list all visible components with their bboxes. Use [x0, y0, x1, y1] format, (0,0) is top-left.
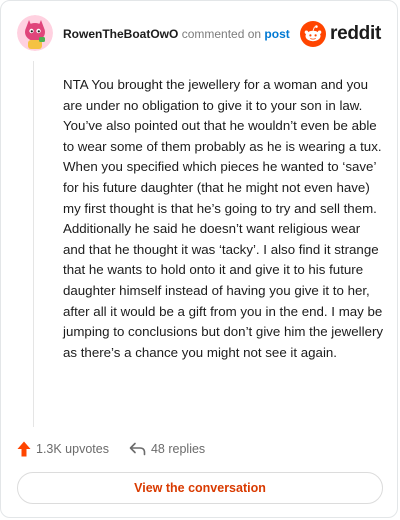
action-text: commented on — [181, 27, 262, 41]
comment-header: RowenTheBoatOwO commented on post reddit — [17, 15, 381, 53]
reddit-logo[interactable]: reddit — [300, 21, 381, 47]
reddit-snoo-icon — [300, 21, 327, 47]
upvote-label: 1.3K upvotes — [36, 442, 109, 456]
reply-arrow-icon — [129, 442, 146, 456]
comment-meta: RowenTheBoatOwO commented on post — [63, 27, 290, 41]
comment-stats: 1.3K upvotes 48 replies — [17, 439, 205, 459]
post-link[interactable]: post — [264, 27, 289, 41]
comment-card: RowenTheBoatOwO commented on post reddit… — [0, 0, 398, 518]
reddit-wordmark: reddit — [330, 23, 381, 44]
avatar-image — [17, 15, 53, 51]
comment-body: NTA You brought the jewellery for a woma… — [63, 77, 384, 360]
user-avatar[interactable] — [17, 15, 53, 51]
view-conversation-button[interactable]: View the conversation — [17, 472, 383, 504]
thread-line — [33, 61, 34, 427]
username-link[interactable]: RowenTheBoatOwO — [63, 27, 178, 41]
reply-label: 48 replies — [150, 442, 206, 456]
reply-count[interactable]: 48 replies — [129, 442, 205, 456]
upvote-arrow-icon — [17, 441, 31, 457]
upvote-count[interactable]: 1.3K upvotes — [17, 441, 109, 457]
